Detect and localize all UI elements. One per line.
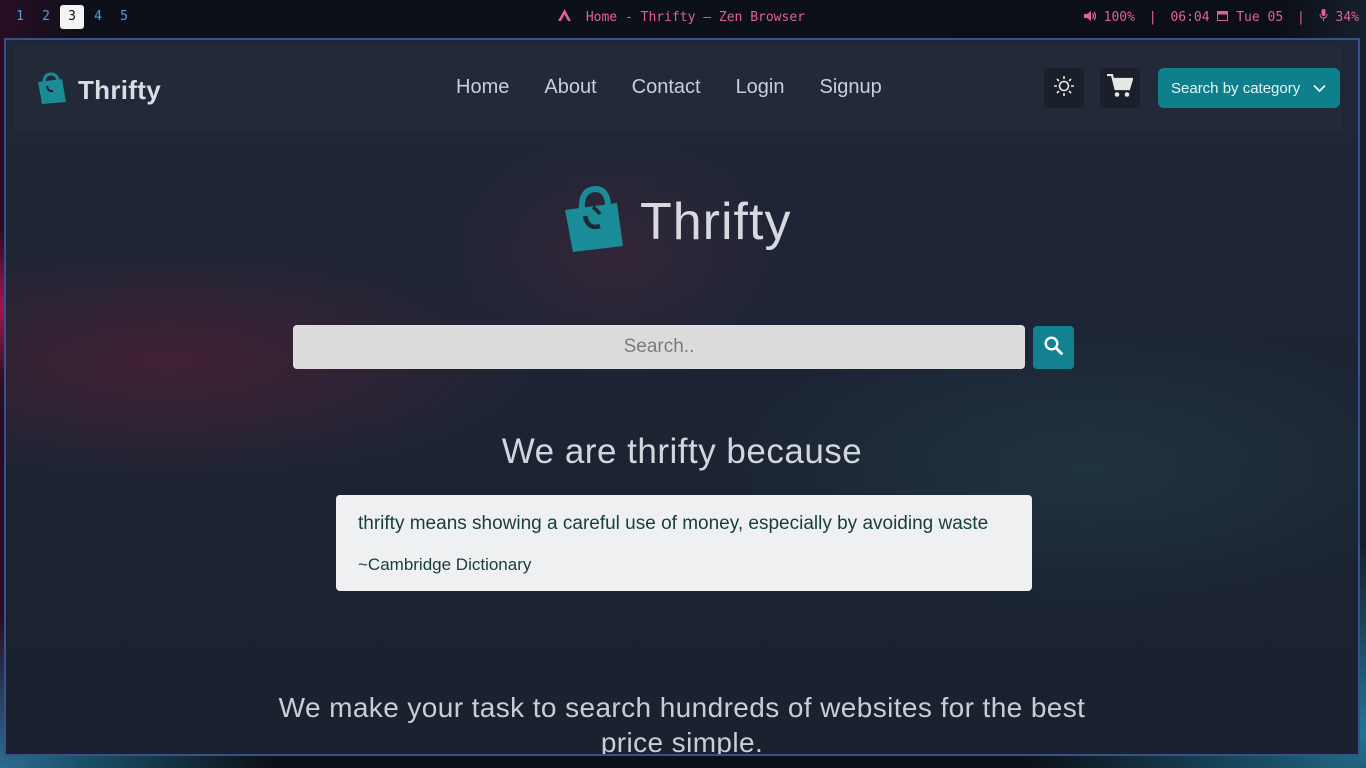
workspace-3-active[interactable]: 3 bbox=[60, 5, 84, 29]
workspace-5[interactable]: 5 bbox=[112, 5, 136, 29]
clock-time: 06:04 bbox=[1170, 10, 1210, 25]
nav-links: Home About Contact Login Signup bbox=[456, 76, 917, 99]
hero-logo: Thrifty bbox=[560, 184, 791, 259]
nav-link-home[interactable]: Home bbox=[456, 76, 509, 99]
workspace-4[interactable]: 4 bbox=[86, 5, 110, 29]
search-by-category-dropdown[interactable]: Search by category bbox=[1158, 68, 1340, 108]
status-area: 100% | 06:04 Tue 05 | 34% bbox=[1083, 9, 1359, 25]
section-heading: We are thrifty because bbox=[501, 432, 863, 471]
shopping-bag-logo-icon bbox=[34, 71, 68, 110]
sun-icon bbox=[1053, 75, 1075, 102]
nav-link-about[interactable]: About bbox=[544, 76, 596, 99]
site-navbar: Thrifty Home About Contact Login Signup bbox=[14, 46, 1342, 132]
cart-button[interactable] bbox=[1100, 68, 1140, 108]
quote-source: ~Cambridge Dictionary bbox=[358, 555, 532, 574]
workspace-1[interactable]: 1 bbox=[8, 5, 32, 29]
mission-statement: We make your task to search hundreds of … bbox=[278, 692, 1086, 756]
status-separator: | bbox=[1297, 10, 1305, 25]
window-title-text: Home - Thrifty — Zen Browser bbox=[585, 10, 805, 25]
arch-logo-icon bbox=[558, 9, 572, 25]
volume-level: 100% bbox=[1103, 10, 1135, 25]
workspace-2[interactable]: 2 bbox=[34, 5, 58, 29]
quote-card: thrifty means showing a careful use of m… bbox=[336, 495, 1032, 591]
window-title: Home - Thrifty — Zen Browser bbox=[558, 9, 805, 25]
browser-window: Thrifty Home About Contact Login Signup bbox=[4, 38, 1360, 756]
brand-name: Thrifty bbox=[78, 74, 161, 105]
search-input[interactable] bbox=[293, 325, 1025, 369]
search-icon bbox=[1044, 335, 1063, 360]
shopping-cart-icon bbox=[1107, 73, 1134, 103]
nav-link-signup[interactable]: Signup bbox=[820, 76, 882, 99]
shopping-bag-logo-icon bbox=[560, 184, 626, 259]
quote-text: thrifty means showing a careful use of m… bbox=[358, 513, 989, 534]
nav-link-contact[interactable]: Contact bbox=[632, 76, 701, 99]
calendar-icon bbox=[1217, 10, 1236, 25]
theme-toggle-button[interactable] bbox=[1044, 68, 1084, 108]
search-button[interactable] bbox=[1033, 326, 1074, 369]
brand-link[interactable]: Thrifty bbox=[34, 70, 161, 110]
system-top-bar: 1 2 3 4 5 Home - Thrifty — Zen Browser 1… bbox=[0, 0, 1366, 34]
mic-level: 34% bbox=[1335, 10, 1359, 25]
category-button-label: Search by category bbox=[1171, 79, 1301, 97]
hero-brand-name: Thrifty bbox=[640, 192, 792, 251]
volume-icon[interactable] bbox=[1083, 10, 1104, 25]
nav-link-login[interactable]: Login bbox=[736, 76, 785, 99]
microphone-icon[interactable] bbox=[1319, 9, 1336, 25]
chevron-down-icon bbox=[1313, 80, 1326, 97]
clock-date: Tue 05 bbox=[1236, 10, 1284, 25]
status-separator: | bbox=[1148, 10, 1157, 25]
